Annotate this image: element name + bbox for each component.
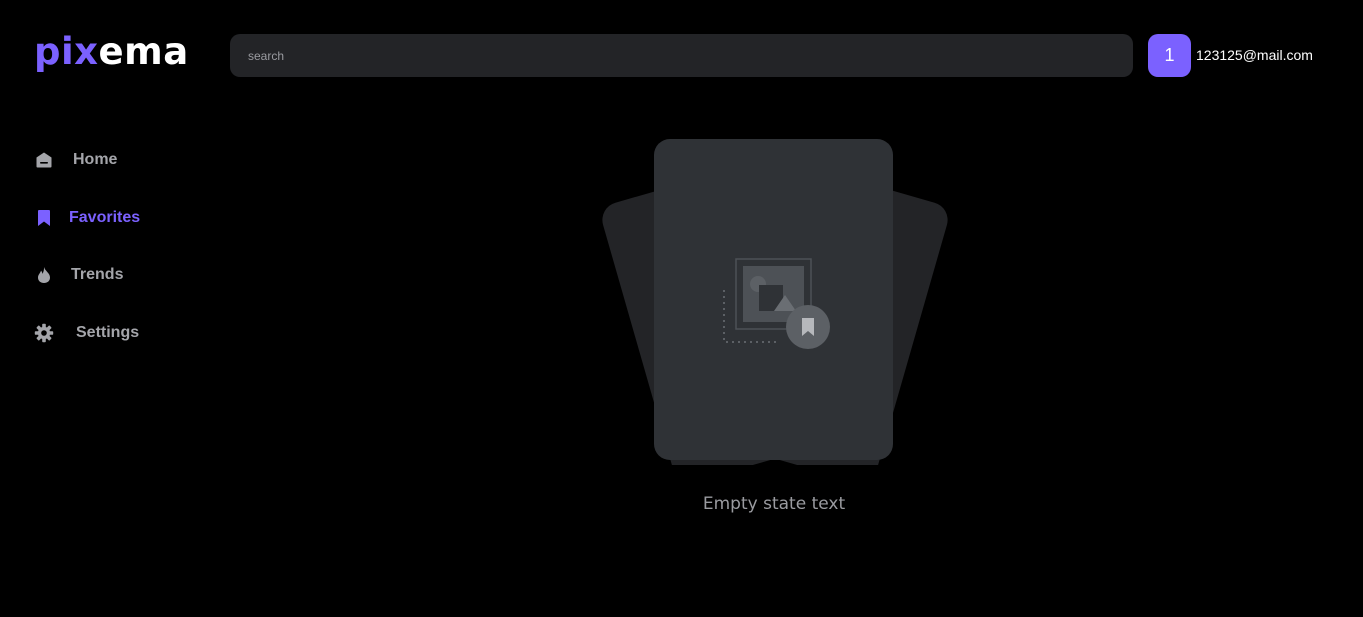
user-avatar[interactable]: 1	[1148, 34, 1191, 77]
avatar-initial: 1	[1164, 45, 1175, 65]
home-icon	[34, 150, 54, 170]
sidebar-item-label: Favorites	[69, 209, 141, 226]
sidebar-item-trends[interactable]: Trends	[34, 265, 123, 285]
logo-accent: pix	[34, 30, 99, 73]
sidebar-item-label: Trends	[71, 266, 124, 283]
user-email[interactable]: 123125@mail.com	[1196, 47, 1313, 63]
gear-icon	[34, 323, 54, 343]
empty-state-illustration	[590, 135, 960, 483]
search-input[interactable]	[230, 34, 1133, 77]
flame-icon	[34, 265, 54, 285]
sidebar-item-label: Home	[73, 151, 118, 168]
empty-state-text: Empty state text	[702, 494, 846, 514]
sidebar-item-label: Settings	[76, 324, 140, 341]
sidebar-item-favorites[interactable]: Favorites	[34, 208, 140, 228]
bookmark-icon	[34, 208, 54, 228]
app-window: pixema 1 123125@mail.com Home Favorites	[0, 0, 1363, 617]
sidebar-item-settings[interactable]: Settings	[34, 323, 139, 343]
logo-rest: ema	[98, 30, 189, 73]
sidebar-item-home[interactable]: Home	[34, 150, 117, 170]
logo[interactable]: pixema	[34, 30, 189, 74]
